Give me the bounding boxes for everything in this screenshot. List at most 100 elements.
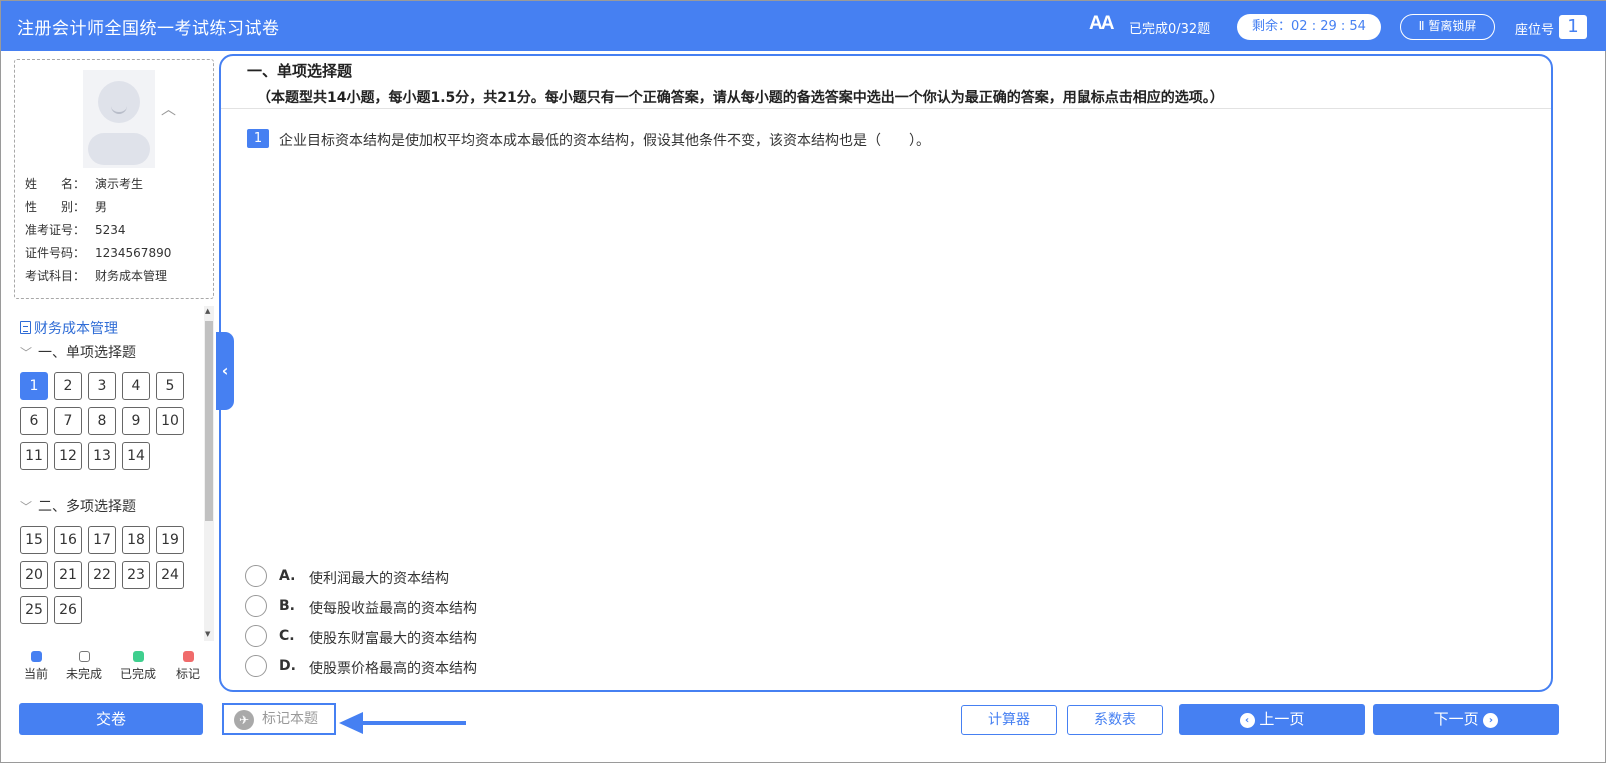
annotation-arrow-head [339, 712, 363, 734]
flag-label: 标记本题 [262, 711, 318, 727]
divider [221, 108, 1551, 109]
progress-text: 已完成0/32题 [1129, 22, 1211, 37]
question-button[interactable]: 23 [122, 561, 150, 589]
chevron-down-icon: ﹀ [20, 346, 33, 360]
section-toggle[interactable]: ﹀ 一、单项选择题 [20, 342, 136, 362]
radio-button[interactable] [245, 595, 267, 617]
question-button[interactable]: 20 [20, 561, 48, 589]
chevron-up-icon[interactable]: ︿ [161, 98, 176, 119]
question-button[interactable]: 25 [20, 596, 48, 624]
option-letter: A. [279, 568, 296, 584]
pause-lock-button[interactable]: Ⅱ 暂离锁屏 [1400, 14, 1495, 40]
question-button[interactable]: 4 [122, 372, 150, 400]
section-toggle[interactable]: ﹀ 二、多项选择题 [20, 496, 136, 516]
answer-option[interactable]: D. 使股票价格最高的资本结构 [245, 655, 645, 679]
question-button[interactable]: 26 [54, 596, 82, 624]
option-letter: B. [279, 598, 295, 614]
radio-button[interactable] [245, 625, 267, 647]
subject-link[interactable]: 财务成本管理 [20, 318, 118, 338]
question-button[interactable]: 3 [88, 372, 116, 400]
question-button[interactable]: 6 [20, 407, 48, 435]
prev-label: 上一页 [1259, 710, 1305, 728]
profile-row: 姓 名： 演示考生 [25, 175, 143, 192]
question-button[interactable]: 13 [88, 442, 116, 470]
answer-option[interactable]: B. 使每股收益最高的资本结构 [245, 595, 645, 619]
timer-display: 剩余：02 : 29 : 54 [1237, 14, 1381, 40]
question-button[interactable]: 17 [88, 526, 116, 554]
section-description: （本题型共14小题，每小题1.5分，共21分。每小题只有一个正确答案，请从每小题… [257, 90, 1224, 106]
legend-item: 已完成 [116, 651, 160, 682]
question-button[interactable]: 1 [20, 372, 48, 400]
option-text: 使股票价格最高的资本结构 [309, 661, 477, 677]
scroll-up-icon[interactable]: ▲ [205, 307, 210, 315]
question-button[interactable]: 7 [54, 407, 82, 435]
exam-window: 注册会计师全国统一考试练习试卷 AA 已完成0/32题 剩余：02 : 29 :… [0, 0, 1606, 763]
header-bar: 注册会计师全国统一考试练习试卷 AA 已完成0/32题 剩余：02 : 29 :… [1, 1, 1606, 51]
question-button[interactable]: 12 [54, 442, 82, 470]
profile-row: 证件号码： 1234567890 [25, 244, 171, 261]
option-text: 使股东财富最大的资本结构 [309, 631, 477, 647]
flag-question-button[interactable]: ✈ 标记本题 [222, 703, 336, 735]
submit-exam-button[interactable]: 交卷 [19, 703, 203, 735]
scroll-down-icon[interactable]: ▼ [205, 630, 210, 638]
status-legend: 当前 未完成 已完成 标记 [14, 651, 214, 689]
question-button[interactable]: 8 [88, 407, 116, 435]
question-button[interactable]: 15 [20, 526, 48, 554]
question-navigator: 财务成本管理 ﹀ 一、单项选择题 1 2 3 4 5 6 7 8 9 10 11 12 13 14 ﹀ 二、多项选… [14, 306, 216, 641]
next-label: 下一页 [1433, 710, 1479, 728]
answer-option[interactable]: A. 使利润最大的资本结构 [245, 565, 645, 589]
question-button[interactable]: 24 [156, 561, 184, 589]
question-button[interactable]: 19 [156, 526, 184, 554]
avatar [83, 70, 155, 168]
pin-icon: ✈ [234, 710, 254, 730]
coefficient-table-button[interactable]: 系数表 [1067, 705, 1163, 735]
radio-button[interactable] [245, 565, 267, 587]
section-label: 二、多项选择题 [38, 499, 137, 515]
question-button[interactable]: 14 [122, 442, 150, 470]
legend-swatch [78, 651, 90, 662]
question-button[interactable]: 10 [156, 407, 184, 435]
question-button[interactable]: 22 [88, 561, 116, 589]
question-number-badge: 1 [247, 129, 269, 148]
profile-row: 考试科目： 财务成本管理 [25, 267, 167, 284]
question-button[interactable]: 16 [54, 526, 82, 554]
option-letter: D. [279, 658, 296, 674]
calculator-button[interactable]: 计算器 [961, 705, 1057, 735]
profile-value: 演示考生 [95, 177, 144, 191]
subject-label: 财务成本管理 [34, 321, 118, 337]
app-title: 注册会计师全国统一考试练习试卷 [17, 19, 280, 39]
scrollbar-thumb[interactable] [205, 321, 213, 521]
prev-page-button[interactable]: ‹ 上一页 [1179, 704, 1365, 735]
section-title: 一、单项选择题 [247, 62, 353, 80]
legend-label: 已完成 [119, 667, 156, 681]
seat-number: 1 [1559, 15, 1587, 39]
profile-value: 男 [95, 200, 108, 214]
seat-label: 座位号 [1515, 23, 1555, 38]
profile-label: 准考证号： [25, 223, 86, 237]
profile-value: 财务成本管理 [95, 269, 168, 283]
legend-label: 当前 [23, 667, 48, 681]
question-grid: 1 2 3 4 5 6 7 8 9 10 11 12 13 14 [20, 372, 184, 470]
profile-value: 1234567890 [95, 246, 172, 260]
chevron-left-icon: ‹ [1239, 713, 1255, 728]
radio-button[interactable] [245, 655, 267, 677]
question-button[interactable]: 21 [54, 561, 82, 589]
next-page-button[interactable]: 下一页 › [1373, 704, 1559, 735]
section-label: 一、单项选择题 [38, 345, 137, 361]
profile-label: 姓 名： [25, 177, 86, 191]
navigator-scrollbar[interactable]: ▲ ▼ [204, 306, 214, 641]
question-grid: 15 16 17 18 19 20 21 22 23 24 25 26 [20, 526, 184, 624]
legend-item: 当前 [14, 651, 58, 682]
question-button[interactable]: 18 [122, 526, 150, 554]
question-button[interactable]: 9 [122, 407, 150, 435]
question-text: 企业目标资本结构是使加权平均资本成本最低的资本结构，假设其他条件不变，该资本结构… [279, 133, 930, 149]
legend-swatch [30, 651, 42, 662]
answer-option[interactable]: C. 使股东财富最大的资本结构 [245, 625, 645, 649]
font-size-icon[interactable]: AA [1089, 13, 1114, 35]
question-button[interactable]: 11 [20, 442, 48, 470]
question-button[interactable]: 5 [156, 372, 184, 400]
profile-row: 性 别： 男 [25, 198, 107, 215]
question-button[interactable]: 2 [54, 372, 82, 400]
legend-label: 标记 [175, 667, 200, 681]
document-icon [20, 321, 31, 334]
